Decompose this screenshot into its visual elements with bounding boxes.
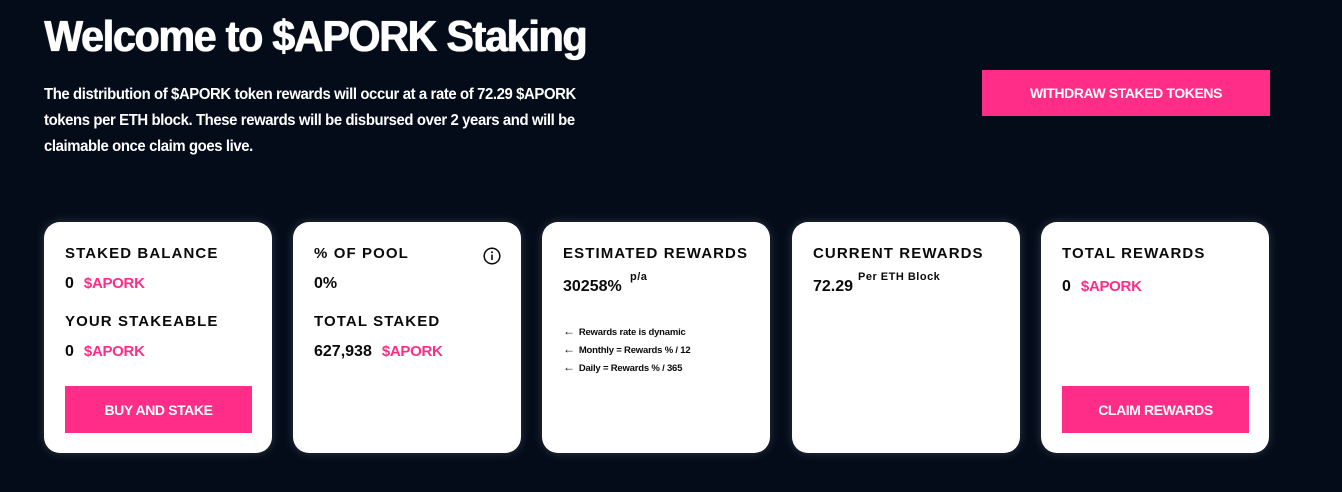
pool-share-label: % OF POOL bbox=[314, 245, 409, 262]
info-icon[interactable] bbox=[483, 247, 501, 265]
total-staked-value: 627,938 $APORK bbox=[314, 343, 443, 361]
staking-page: Welcome to $APORK Staking The distributi… bbox=[0, 0, 1342, 492]
staked-balance-amount: 0 bbox=[65, 275, 74, 292]
estimated-rewards-unit: p/a bbox=[630, 271, 648, 283]
your-stakeable-label: YOUR STAKEABLE bbox=[65, 313, 219, 330]
arrow-left-icon: ← bbox=[563, 324, 575, 338]
total-rewards-amount: 0 bbox=[1062, 278, 1071, 295]
rewards-notes-list: ← Rewards rate is dynamic ← Monthly = Rewa… bbox=[563, 323, 691, 377]
rewards-note-text: Rewards rate is dynamic bbox=[578, 327, 686, 338]
rewards-note: ← Daily = Rewards % / 365 bbox=[563, 359, 690, 377]
rewards-note-text: Daily = Rewards % / 365 bbox=[578, 363, 683, 374]
estimated-rewards-value: 30258% bbox=[563, 278, 622, 295]
rewards-note-text: Monthly = Rewards % / 12 bbox=[578, 345, 691, 356]
total-staked-token: $APORK bbox=[381, 343, 443, 360]
arrow-left-icon: ← bbox=[563, 360, 575, 374]
staked-balance-token: $APORK bbox=[83, 275, 145, 292]
pool-share-card: % OF POOL 0% TOTAL STAKED 627,938 $APORK bbox=[293, 222, 521, 453]
rewards-note: ← Rewards rate is dynamic bbox=[563, 323, 690, 341]
page-description: The distribution of $APORK token rewards… bbox=[44, 86, 576, 155]
claim-rewards-button[interactable]: CLAIM REWARDS bbox=[1062, 386, 1249, 433]
total-rewards-value: 0 $APORK bbox=[1062, 278, 1142, 296]
pool-share-value: 0% bbox=[314, 275, 338, 292]
staked-balance-value: 0 $APORK bbox=[65, 275, 145, 293]
total-rewards-token: $APORK bbox=[1080, 278, 1142, 295]
total-rewards-card: TOTAL REWARDS 0 $APORK CLAIM REWARDS bbox=[1041, 222, 1269, 453]
your-stakeable-amount: 0 bbox=[65, 343, 74, 360]
total-rewards-label: TOTAL REWARDS bbox=[1062, 245, 1206, 262]
your-stakeable-token: $APORK bbox=[83, 343, 145, 360]
total-staked-label: TOTAL STAKED bbox=[314, 313, 441, 330]
rewards-note: ← Monthly = Rewards % / 12 bbox=[563, 341, 691, 359]
staked-balance-label: STAKED BALANCE bbox=[65, 245, 219, 262]
your-stakeable-value: 0 $APORK bbox=[65, 343, 145, 361]
current-rewards-value: 72.29 bbox=[813, 278, 854, 295]
current-rewards-card: CURRENT REWARDS 72.29 Per ETH Block bbox=[792, 222, 1020, 453]
buy-and-stake-button[interactable]: BUY AND STAKE bbox=[65, 386, 252, 433]
estimated-rewards-label: ESTIMATED REWARDS bbox=[563, 245, 749, 262]
current-rewards-label: CURRENT REWARDS bbox=[813, 245, 984, 262]
arrow-left-icon: ← bbox=[563, 342, 575, 356]
total-staked-amount: 627,938 bbox=[314, 343, 372, 360]
staked-balance-card: STAKED BALANCE 0 $APORK YOUR STAKEABLE 0 $… bbox=[44, 222, 272, 453]
current-rewards-unit: Per ETH Block bbox=[858, 271, 941, 283]
estimated-rewards-card: ESTIMATED REWARDS 30258% p/a ← Rewards ra… bbox=[542, 222, 770, 453]
withdraw-staked-tokens-button[interactable]: WITHDRAW STAKED TOKENS bbox=[982, 70, 1270, 116]
page-title: Welcome to $APORK Staking bbox=[44, 12, 587, 61]
